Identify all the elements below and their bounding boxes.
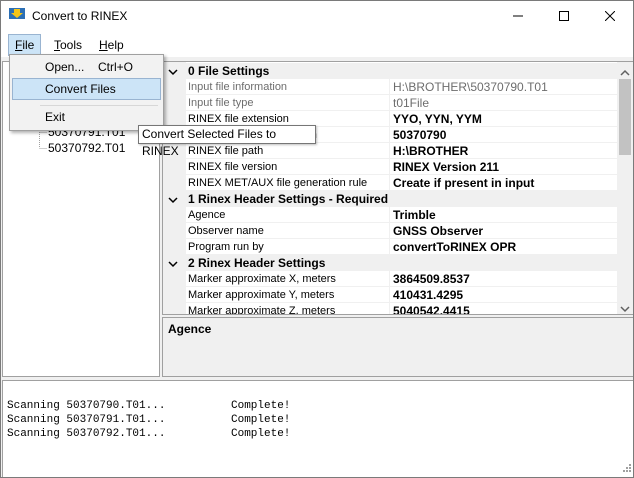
menu-item-convert-files[interactable]: Convert Files (12, 78, 161, 100)
menu-help[interactable]: Help (93, 35, 130, 55)
description-panel: Agence (162, 317, 633, 377)
property-row-rinex-file-path[interactable]: RINEX file path H:\BROTHER (163, 143, 618, 159)
tooltip: Convert Selected Files to RINEX (138, 125, 316, 158)
title-bar: Convert to RINEX (1, 1, 633, 32)
property-row-observer-name[interactable]: Observer name GNSS Observer (163, 223, 618, 239)
resize-grip-icon[interactable] (621, 461, 631, 475)
chevron-down-icon[interactable] (168, 194, 178, 208)
maximize-icon (559, 10, 569, 24)
menu-file[interactable]: File (8, 34, 42, 56)
property-row-marker-y[interactable]: Marker approximate Y, meters 410431.4295 (163, 287, 618, 303)
scroll-down-icon[interactable] (620, 302, 630, 314)
description-title: Agence (168, 322, 212, 336)
property-row-program-run-by[interactable]: Program run by convertToRINEX OPR (163, 239, 618, 255)
file-menu-dropdown: Open... Ctrl+O Convert Files Exit (9, 54, 164, 131)
log-line: Scanning 50370791.T01... Complete! (7, 414, 291, 426)
log-line: Scanning 50370792.T01... Complete! (7, 428, 291, 440)
property-row-input-file-information[interactable]: Input file information H:\BROTHER\503707… (163, 79, 618, 95)
minimize-icon (513, 10, 523, 24)
category-header-settings[interactable]: 2 Rinex Header Settings (163, 255, 618, 271)
close-button[interactable] (587, 1, 633, 32)
minimize-button[interactable] (495, 1, 541, 32)
category-header-required[interactable]: 1 Rinex Header Settings - Required (163, 191, 618, 207)
property-row-rinex-file-version[interactable]: RINEX file version RINEX Version 211 (163, 159, 618, 175)
log-line: Scanning 50370790.T01... Complete! (7, 400, 291, 412)
maximize-button[interactable] (541, 1, 587, 32)
tree-item-50370792[interactable]: 50370792.T01 (48, 141, 125, 155)
scroll-thumb[interactable] (619, 79, 631, 155)
property-row-input-file-type[interactable]: Input file type t01File (163, 95, 618, 111)
menu-tools[interactable]: Tools (48, 35, 88, 55)
close-icon (604, 10, 616, 24)
category-file-settings[interactable]: 0 File Settings (163, 63, 618, 79)
property-grid[interactable]: 0 File Settings Input file information H… (162, 61, 633, 315)
main-window: Convert to RINEX File Tools Help 5037079… (0, 0, 634, 478)
chevron-down-icon[interactable] (168, 258, 178, 272)
window-title: Convert to RINEX (32, 9, 128, 23)
property-row-marker-x[interactable]: Marker approximate X, meters 3864509.853… (163, 271, 618, 287)
property-row-agence[interactable]: Agence Trimble (163, 207, 618, 223)
scroll-up-icon[interactable] (620, 66, 630, 80)
chevron-down-icon[interactable] (168, 66, 178, 80)
property-row-marker-z[interactable]: Marker approximate Z, meters 5040542.441… (163, 303, 618, 314)
log-output[interactable]: Scanning 50370790.T01... Complete! Scanni… (2, 380, 633, 477)
grid-scrollbar[interactable] (617, 62, 633, 314)
property-row-rinex-met-aux-rule[interactable]: RINEX MET/AUX file generation rule Creat… (163, 175, 618, 191)
menu-item-open[interactable]: Open... Ctrl+O (12, 56, 161, 78)
app-icon (9, 8, 25, 25)
